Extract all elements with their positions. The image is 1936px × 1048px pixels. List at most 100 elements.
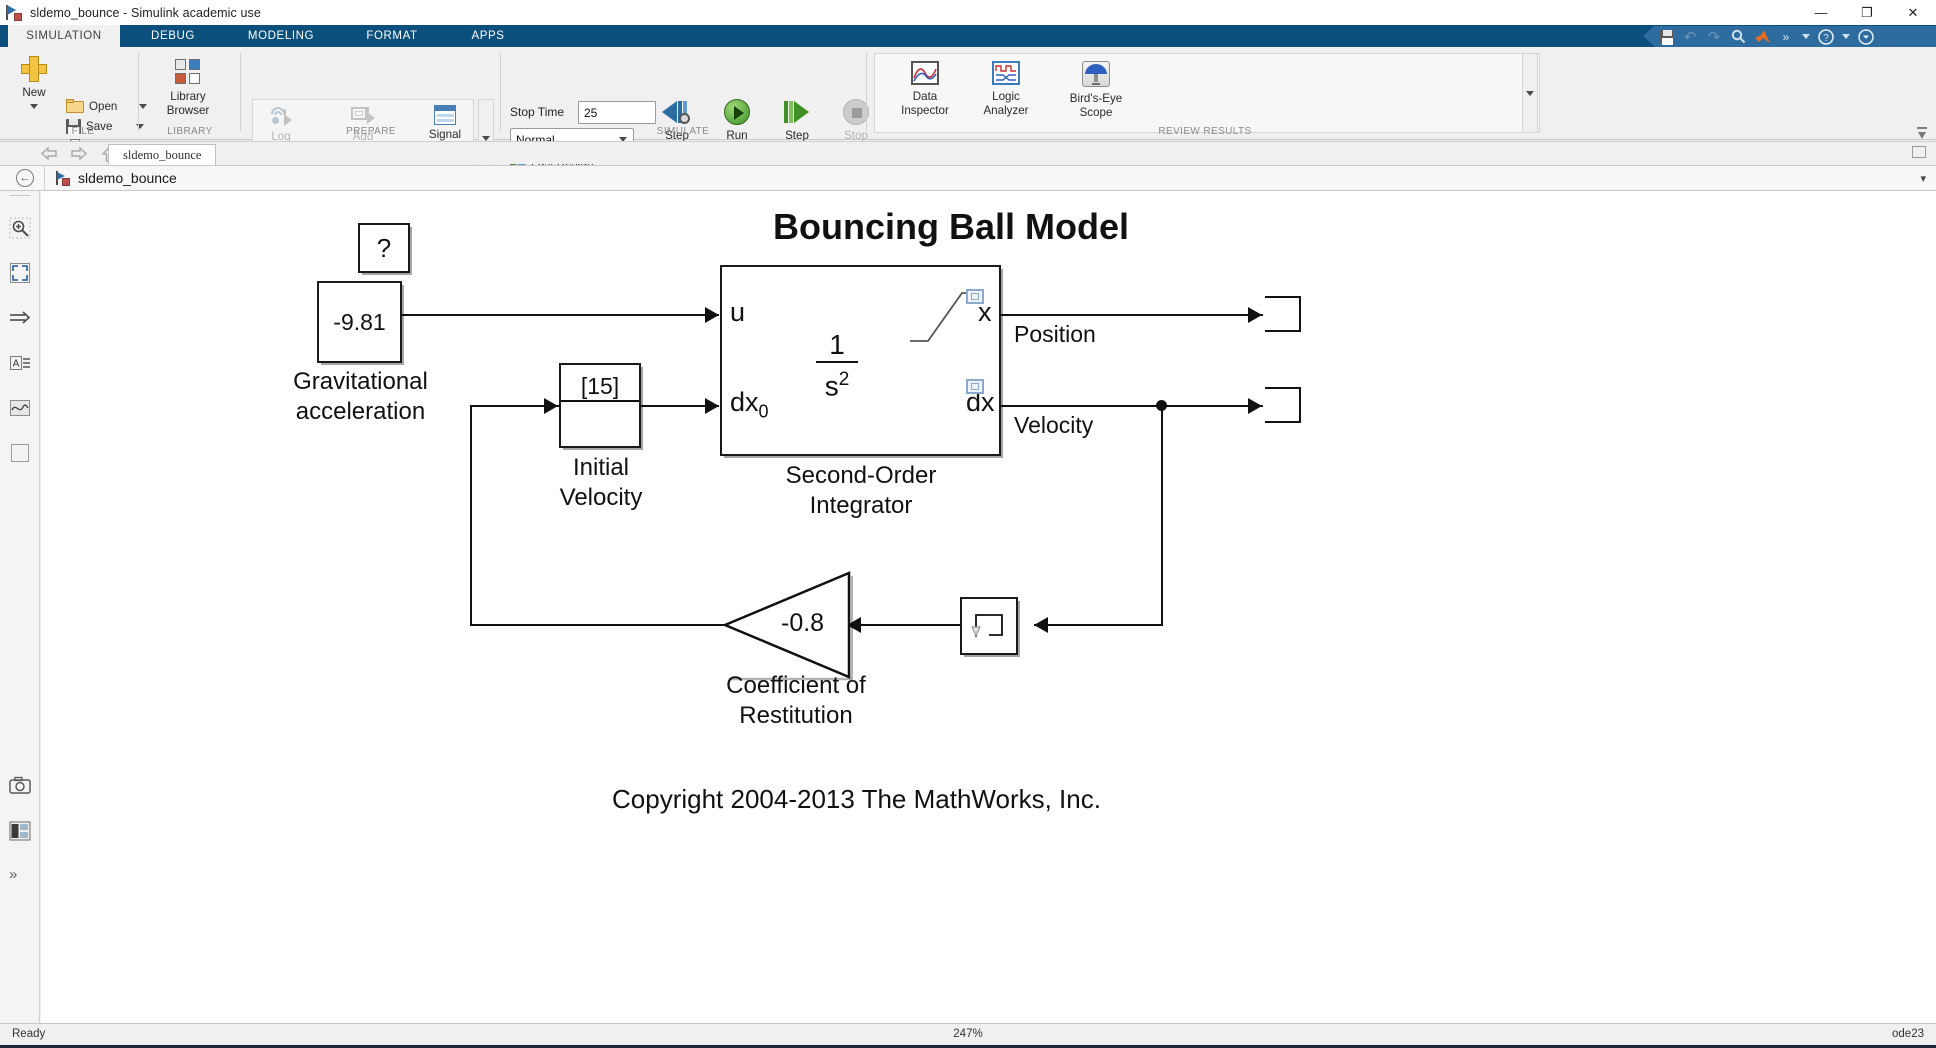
logic-analyzer-line1: Logic bbox=[992, 90, 1020, 103]
collapse-ribbon-icon[interactable] bbox=[1854, 26, 1878, 47]
scope-preview-icon[interactable] bbox=[9, 397, 31, 419]
layout-toggle-icon[interactable] bbox=[1912, 146, 1926, 158]
birdseye-scope-icon bbox=[1082, 61, 1110, 87]
data-inspector-line1: Data bbox=[912, 90, 938, 103]
minimize-button[interactable]: — bbox=[1798, 0, 1844, 25]
save-icon[interactable] bbox=[1654, 26, 1678, 47]
stop-time-label: Stop Time bbox=[510, 105, 565, 119]
wire-x-to-position bbox=[1001, 314, 1263, 316]
box-select-icon[interactable] bbox=[9, 442, 31, 464]
new-caret-icon[interactable] bbox=[30, 104, 38, 109]
wire-into-memory bbox=[1034, 624, 1163, 626]
new-label: New bbox=[22, 86, 46, 99]
arrow-into-position-terminator bbox=[1248, 307, 1262, 323]
help-icon[interactable]: ? bbox=[1814, 26, 1838, 47]
chevron-down-icon[interactable]: ▾ bbox=[1920, 172, 1926, 185]
canvas-left-toolbar: A » bbox=[0, 191, 40, 1023]
forward-arrow-icon[interactable] bbox=[68, 145, 90, 162]
close-button[interactable]: ✕ bbox=[1890, 0, 1936, 25]
solver-name[interactable]: ode23 bbox=[1892, 1028, 1924, 1040]
open-label: Open bbox=[89, 99, 118, 113]
matlab-icon[interactable] bbox=[1750, 26, 1774, 47]
arrow-into-memory bbox=[1034, 617, 1048, 633]
tab-apps[interactable]: APPS bbox=[448, 25, 528, 47]
position-terminator-block[interactable] bbox=[1265, 296, 1301, 332]
help-caret-icon[interactable] bbox=[1838, 26, 1854, 47]
gain-caption-line1: Coefficient of bbox=[726, 672, 866, 699]
search-icon[interactable] bbox=[1726, 26, 1750, 47]
integrator-caption: Second-Order Integrator bbox=[741, 461, 981, 521]
ribbon-scroll-indicator[interactable] bbox=[1916, 127, 1928, 141]
simulink-model-icon bbox=[55, 170, 71, 186]
arrow-into-velocity-terminator bbox=[1248, 398, 1262, 414]
tab-modeling[interactable]: MODELING bbox=[226, 25, 336, 47]
memory-icon bbox=[971, 614, 1003, 638]
open-button[interactable]: Open bbox=[66, 99, 148, 113]
integrator-caption-line2: Integrator bbox=[809, 492, 913, 519]
annotation-text-icon[interactable]: A bbox=[9, 352, 31, 374]
integrator-numerator: 1 bbox=[829, 329, 845, 360]
quick-access-nose bbox=[1643, 26, 1654, 46]
fit-to-view-icon[interactable] bbox=[9, 262, 31, 284]
expand-more-icon[interactable]: » bbox=[9, 866, 31, 888]
group-label-prepare: PREPARE bbox=[346, 126, 396, 137]
birdseye-scope-button[interactable]: Bird's-Eye Scope bbox=[1044, 61, 1148, 120]
group-label-review: REVIEW RESULTS bbox=[1158, 126, 1252, 137]
initial-velocity-block[interactable]: [15] bbox=[559, 363, 641, 448]
group-separator-simulate bbox=[866, 53, 867, 131]
undo-icon[interactable]: ↶ bbox=[1678, 26, 1702, 47]
library-line1: Library bbox=[170, 90, 206, 103]
maximize-button[interactable]: ❐ bbox=[1844, 0, 1890, 25]
x-output-port-marker[interactable] bbox=[966, 289, 984, 304]
open-caret-icon[interactable] bbox=[139, 103, 148, 109]
window-title: sldemo_bounce - Simulink academic use bbox=[30, 5, 261, 20]
logic-analyzer-line2: Analyzer bbox=[983, 104, 1029, 117]
new-button[interactable]: New bbox=[10, 56, 58, 109]
shortcuts-caret-icon[interactable] bbox=[1798, 26, 1814, 47]
simulink-model-icon bbox=[6, 4, 24, 21]
simulink-window: sldemo_bounce - Simulink academic use — … bbox=[0, 0, 1936, 1048]
tab-debug[interactable]: DEBUG bbox=[128, 25, 218, 47]
gravity-block[interactable]: -9.81 bbox=[317, 281, 402, 363]
fraction-bar bbox=[816, 361, 858, 363]
model-tab[interactable]: sldemo_bounce bbox=[108, 144, 217, 165]
integrator-denominator: s2 bbox=[824, 369, 850, 402]
breadcrumb-back-icon[interactable]: ← bbox=[16, 169, 34, 187]
log-signals-icon bbox=[268, 104, 294, 127]
zoom-in-icon[interactable] bbox=[9, 217, 31, 239]
wire-dx-to-velocity bbox=[1001, 405, 1263, 407]
info-block[interactable]: ? bbox=[358, 223, 410, 273]
arrow-into-dx0 bbox=[705, 398, 719, 414]
gain-value: -0.8 bbox=[781, 609, 825, 637]
breadcrumb-model-name: sldemo_bounce bbox=[78, 170, 177, 186]
redo-icon[interactable]: ↷ bbox=[1702, 26, 1726, 47]
integrator-caption-line1: Second-Order bbox=[785, 462, 937, 489]
library-browser-button[interactable]: Library Browser bbox=[148, 59, 228, 118]
add-viewer-icon bbox=[350, 105, 376, 127]
memory-block[interactable] bbox=[960, 597, 1018, 655]
tab-simulation[interactable]: SIMULATION bbox=[8, 25, 120, 47]
dx-output-port-marker[interactable] bbox=[966, 379, 984, 394]
logic-analyzer-button[interactable]: Logic Analyzer bbox=[962, 61, 1050, 118]
group-label-library: LIBRARY bbox=[167, 126, 213, 137]
signal-routing-icon[interactable] bbox=[9, 307, 31, 329]
group-separator-file bbox=[138, 53, 139, 131]
folder-icon bbox=[66, 99, 84, 113]
gravity-caption-line1: Gravitational bbox=[293, 368, 428, 395]
step-forward-icon bbox=[782, 99, 812, 125]
tab-format[interactable]: FORMAT bbox=[344, 25, 440, 47]
page-title: Bouncing Ball Model bbox=[773, 206, 1129, 247]
model-canvas[interactable]: ? Bouncing Ball Model -9.81 Gravitationa… bbox=[41, 191, 1936, 1023]
shortcuts-icon[interactable]: » bbox=[1774, 26, 1798, 47]
toolbar-top-divider bbox=[10, 195, 30, 196]
back-arrow-icon[interactable] bbox=[38, 145, 60, 162]
zoom-level[interactable]: 247% bbox=[953, 1028, 982, 1040]
birdseye-line1: Bird's-Eye bbox=[1069, 92, 1123, 105]
velocity-terminator-block[interactable] bbox=[1265, 387, 1301, 423]
camera-snapshot-icon[interactable] bbox=[9, 776, 31, 798]
compare-icon[interactable] bbox=[9, 821, 31, 843]
review-results-expander[interactable] bbox=[1522, 53, 1538, 133]
data-inspector-button[interactable]: Data Inspector bbox=[882, 61, 968, 118]
integrator-transfer-function: 1 s2 bbox=[810, 331, 864, 401]
title-bar: sldemo_bounce - Simulink academic use — … bbox=[0, 0, 1936, 25]
